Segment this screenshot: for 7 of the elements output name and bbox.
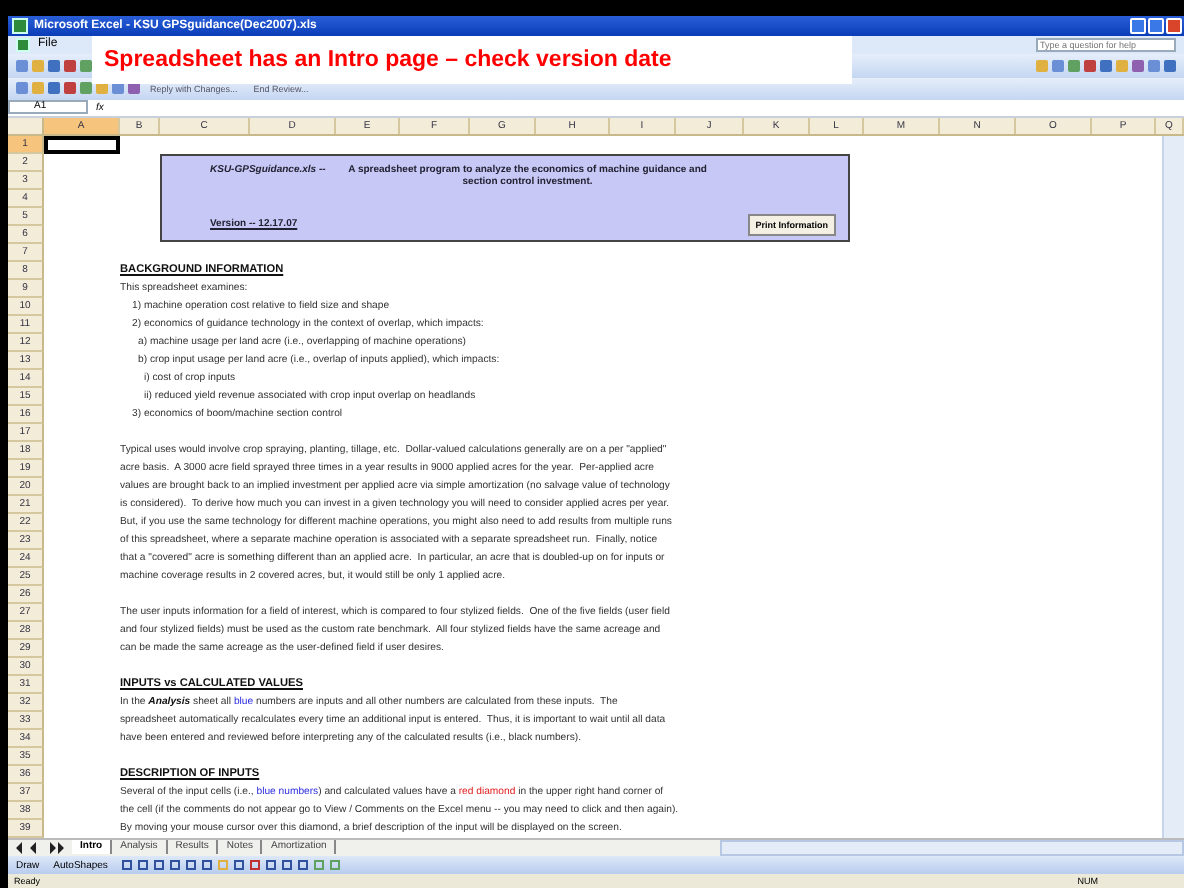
selected-cell[interactable] <box>44 135 120 154</box>
callout-text: Spreadsheet has an Intro page – check version date <box>104 48 672 72</box>
horizontal-scrollbar[interactable] <box>720 839 1184 856</box>
close-button[interactable] <box>1166 17 1182 34</box>
minimize-button[interactable] <box>1130 17 1146 34</box>
vertical-scrollbar[interactable] <box>1162 135 1184 838</box>
maximize-button[interactable] <box>1148 17 1164 34</box>
